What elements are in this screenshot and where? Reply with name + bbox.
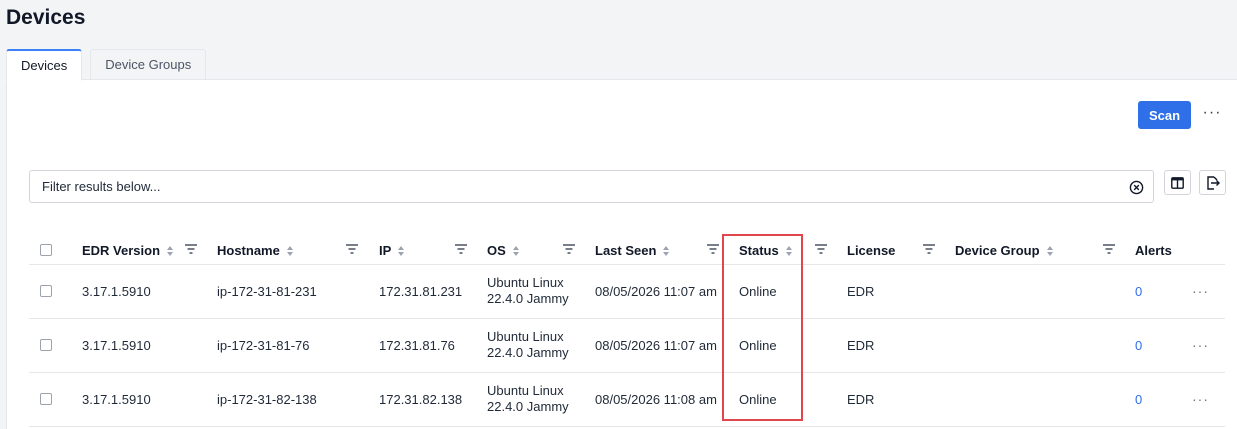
column-label: Status: [739, 243, 779, 258]
edr-version-cell: 3.17.1.5910: [82, 338, 151, 353]
select-all-checkbox[interactable]: [40, 244, 52, 256]
clear-icon[interactable]: [1129, 180, 1144, 195]
last-seen-cell: 08/05/2026 11:07 am: [595, 284, 717, 299]
os-cell: Ubuntu Linux 22.4.0 Jammy: [487, 329, 569, 361]
table-row[interactable]: 3.17.1.5910 ip-172-31-81-231 172.31.81.2…: [29, 265, 1225, 319]
sort-icon[interactable]: [512, 245, 520, 257]
filter-icon[interactable]: [455, 244, 467, 254]
column-device-group[interactable]: Device Group: [955, 243, 1054, 258]
tab-devices[interactable]: Devices: [6, 49, 83, 81]
filter-input[interactable]: [30, 171, 1153, 202]
table-header: EDR Version Hostname IP OS Last Seen Sta…: [29, 235, 1225, 265]
filter-icon[interactable]: [346, 244, 358, 254]
column-label: Hostname: [217, 243, 280, 258]
edr-version-cell: 3.17.1.5910: [82, 392, 151, 407]
column-last-seen[interactable]: Last Seen: [595, 243, 670, 258]
column-alerts[interactable]: Alerts: [1135, 243, 1172, 258]
column-label: License: [847, 243, 896, 258]
sort-icon[interactable]: [286, 245, 294, 257]
ip-cell: 172.31.81.231: [379, 284, 463, 299]
sort-icon[interactable]: [397, 245, 405, 257]
license-cell: EDR: [847, 284, 875, 299]
os-name: Ubuntu Linux: [487, 329, 564, 344]
edr-version-cell: 3.17.1.5910: [82, 284, 151, 299]
row-more-icon[interactable]: ···: [1192, 283, 1209, 299]
columns-icon: [1171, 176, 1184, 189]
column-label: EDR Version: [82, 243, 161, 258]
status-cell: Online: [739, 392, 777, 407]
sort-icon[interactable]: [1046, 245, 1054, 257]
filter-icon[interactable]: [185, 244, 197, 254]
alerts-count-link[interactable]: 0: [1135, 284, 1142, 300]
table-row[interactable]: 3.17.1.5910 ip-172-31-81-76 172.31.81.76…: [29, 319, 1225, 373]
export-button[interactable]: [1199, 170, 1226, 195]
os-cell: Ubuntu Linux 22.4.0 Jammy: [487, 275, 569, 307]
filter-icon[interactable]: [1103, 244, 1115, 254]
license-cell: EDR: [847, 392, 875, 407]
row-checkbox[interactable]: [40, 393, 52, 405]
row-checkbox[interactable]: [40, 285, 52, 297]
os-version: 22.4.0 Jammy: [487, 291, 569, 306]
column-hostname[interactable]: Hostname: [217, 243, 294, 258]
scan-button[interactable]: Scan: [1138, 101, 1191, 129]
column-license[interactable]: License: [847, 243, 895, 258]
devices-panel: Scan ··· EDR Version Hostname: [6, 79, 1237, 429]
table-row[interactable]: 3.17.1.5910 ip-172-31-82-138 172.31.82.1…: [29, 373, 1225, 427]
os-name: Ubuntu Linux: [487, 275, 564, 290]
os-version: 22.4.0 Jammy: [487, 345, 569, 360]
column-label: Alerts: [1135, 243, 1172, 258]
column-edr-version[interactable]: EDR Version: [82, 243, 174, 258]
tab-bar: Devices Device Groups: [6, 49, 214, 81]
ip-cell: 172.31.81.76: [379, 338, 455, 353]
column-os[interactable]: OS: [487, 243, 520, 258]
hostname-cell: ip-172-31-81-231: [217, 284, 317, 299]
export-icon: [1206, 175, 1220, 190]
sort-icon[interactable]: [166, 245, 174, 257]
hostname-cell: ip-172-31-81-76: [217, 338, 310, 353]
license-cell: EDR: [847, 338, 875, 353]
page-title: Devices: [6, 6, 86, 29]
column-label: Device Group: [955, 243, 1040, 258]
os-cell: Ubuntu Linux 22.4.0 Jammy: [487, 383, 569, 415]
sort-icon[interactable]: [662, 245, 670, 257]
status-cell: Online: [739, 284, 777, 299]
column-label: IP: [379, 243, 392, 258]
filter-icon[interactable]: [923, 244, 935, 254]
last-seen-cell: 08/05/2026 11:07 am: [595, 338, 717, 353]
column-ip[interactable]: IP: [379, 243, 405, 258]
column-label: Last Seen: [595, 243, 657, 258]
status-cell: Online: [739, 338, 777, 353]
last-seen-cell: 08/05/2026 11:08 am: [595, 392, 717, 407]
filter-icon[interactable]: [815, 244, 827, 254]
filter-icon[interactable]: [563, 244, 575, 254]
row-more-icon[interactable]: ···: [1192, 337, 1209, 353]
columns-button[interactable]: [1164, 170, 1191, 195]
os-name: Ubuntu Linux: [487, 383, 564, 398]
tab-device-groups[interactable]: Device Groups: [90, 49, 207, 80]
column-status[interactable]: Status: [739, 243, 793, 258]
os-version: 22.4.0 Jammy: [487, 399, 569, 414]
row-checkbox[interactable]: [40, 339, 52, 351]
filter-icon[interactable]: [707, 244, 719, 254]
sort-icon[interactable]: [785, 245, 793, 257]
row-more-icon[interactable]: ···: [1192, 391, 1209, 407]
column-label: OS: [487, 243, 506, 258]
alerts-count-link[interactable]: 0: [1135, 338, 1142, 354]
filter-box: [29, 170, 1154, 203]
hostname-cell: ip-172-31-82-138: [217, 392, 317, 407]
ip-cell: 172.31.82.138: [379, 392, 463, 407]
alerts-count-link[interactable]: 0: [1135, 392, 1142, 408]
more-actions-icon[interactable]: ···: [1202, 105, 1222, 125]
